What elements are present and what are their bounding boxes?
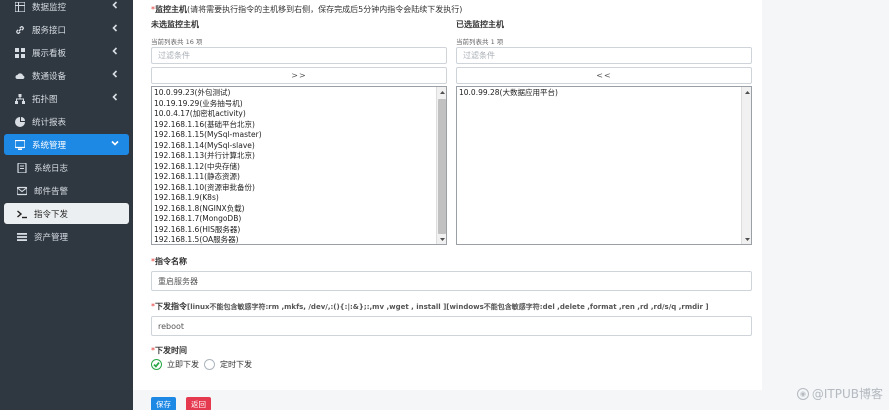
cloud-icon: [14, 70, 26, 82]
sidebar-item-network-devices[interactable]: 数通设备: [4, 65, 129, 86]
dashboard-icon: [14, 47, 26, 59]
host-option[interactable]: 10.19.19.29(业务抽号机): [154, 99, 434, 110]
watermark: ◉ @ITPUB博客: [796, 385, 883, 402]
command-name-input[interactable]: 重启服务器: [151, 271, 752, 291]
host-option[interactable]: 192.168.1.5(OA服务器): [154, 235, 434, 244]
chevron-left-icon: [111, 47, 121, 57]
selected-hosts-title: 已选监控主机: [456, 20, 504, 29]
sidebar-item-label: 拓扑图: [32, 94, 58, 105]
topology-icon: [14, 93, 26, 105]
sidebar-item-label: 展示看板: [32, 48, 67, 59]
move-right-button[interactable]: >>: [151, 67, 447, 84]
sidebar-item-service-api[interactable]: 服务接口: [4, 19, 129, 40]
host-option[interactable]: 192.168.1.11(静态资源): [154, 172, 434, 183]
host-option[interactable]: 10.0.4.17(加密机activity): [154, 109, 434, 120]
sidebar-item-label: 数通设备: [32, 71, 67, 82]
scroll-up-icon[interactable]: [437, 87, 446, 97]
scroll-thumb[interactable]: [438, 99, 446, 234]
link-icon: [14, 24, 26, 36]
grid-icon: [14, 1, 26, 13]
back-button[interactable]: 返回: [186, 397, 211, 410]
page-gutter: [762, 0, 889, 410]
host-option[interactable]: 192.168.1.10(资源审批备份): [154, 183, 434, 194]
sidebar-item-label: 服务接口: [32, 25, 67, 36]
monitor-icon: [14, 139, 26, 151]
command-heading: *下发指令[linux不能包含敏感字符:rm ,mkfs, /dev/,:(){…: [151, 302, 709, 311]
send-time-heading: *下发时间: [151, 346, 187, 355]
chart-icon: [14, 116, 26, 128]
unselected-hosts-title: 未选监控主机: [151, 20, 199, 29]
sidebar-item-mail-alert[interactable]: 邮件告警: [4, 180, 129, 201]
unselected-hosts-list[interactable]: 10.0.99.23(外包测试) 10.19.19.29(业务抽号机) 10.0.4…: [151, 86, 447, 245]
host-option[interactable]: 192.168.1.9(K8s): [154, 193, 434, 204]
host-option[interactable]: 192.168.1.12(中央存储): [154, 162, 434, 173]
command-name-heading: *指令名称: [151, 257, 187, 266]
mail-icon: [16, 185, 28, 197]
sidebar-item-topology[interactable]: 拓扑图: [4, 88, 129, 109]
sidebar-item-dashboard[interactable]: 展示看板: [4, 42, 129, 63]
log-icon: [16, 162, 28, 174]
chevron-left-icon: [111, 93, 121, 103]
scroll-down-icon[interactable]: [437, 234, 446, 244]
sidebar-item-label: 统计报表: [32, 117, 67, 128]
host-option[interactable]: 192.168.1.8(NGINX负载): [154, 204, 434, 215]
list-icon: [16, 231, 28, 243]
terminal-icon: [16, 208, 28, 220]
sidebar-item-system-management[interactable]: 系统管理: [4, 134, 129, 155]
move-left-button[interactable]: <<: [456, 67, 752, 84]
unselected-options: 10.0.99.23(外包测试) 10.19.19.29(业务抽号机) 10.0.4…: [154, 88, 434, 244]
chevron-left-icon: [111, 24, 121, 34]
check-icon: [151, 359, 162, 370]
host-option[interactable]: 192.168.1.16(基础平台北京): [154, 120, 434, 131]
footer-strip: [133, 390, 889, 410]
sidebar-item-label: 指令下发: [34, 209, 69, 220]
selected-options: 10.0.99.28(大数据应用平台): [459, 88, 739, 99]
sidebar-item-asset-management[interactable]: 资产管理: [4, 226, 129, 247]
watermark-logo-icon: ◉: [796, 387, 809, 400]
radio-send-scheduled[interactable]: 定时下发: [204, 359, 252, 370]
host-option[interactable]: 192.168.1.6(HIS服务器): [154, 225, 434, 236]
monitor-host-heading: *监控主机(请将需要执行指令的主机移到右侧，保存完成后5分钟内指令会陆续下发执行…: [151, 5, 463, 14]
sidebar-item-label: 系统管理: [32, 140, 67, 151]
unselected-scrollbar[interactable]: [436, 87, 446, 244]
scroll-up-icon[interactable]: [742, 87, 751, 97]
host-option[interactable]: 192.168.1.15(MySql-master): [154, 130, 434, 141]
sidebar: 数据监控 服务接口 展示看板 数通设备 拓扑图 统计报表 系统管理 系统日志 邮…: [0, 0, 133, 410]
sidebar-item-label: 系统日志: [34, 163, 69, 174]
chevron-left-icon: [111, 1, 121, 11]
unselected-count: 当前列表共 16 项: [151, 38, 203, 46]
chevron-down-icon: [111, 139, 121, 149]
sidebar-item-label: 邮件告警: [34, 186, 69, 197]
save-button[interactable]: 保存: [151, 397, 176, 410]
unselected-filter-input[interactable]: 过滤条件: [151, 47, 447, 64]
selected-filter-input[interactable]: 过滤条件: [456, 47, 752, 64]
host-option[interactable]: 10.0.99.28(大数据应用平台): [459, 88, 739, 99]
sidebar-item-command-dispatch[interactable]: 指令下发: [4, 203, 129, 224]
sidebar-item-label: 资产管理: [34, 232, 69, 243]
host-option[interactable]: 192.168.1.7(MongoDB): [154, 214, 434, 225]
sidebar-item-system-log[interactable]: 系统日志: [4, 157, 129, 178]
host-option[interactable]: 192.168.1.13(并行计算北京): [154, 151, 434, 162]
radio-send-now[interactable]: 立即下发: [151, 359, 199, 370]
selected-scrollbar[interactable]: [741, 87, 751, 244]
host-option[interactable]: 10.0.99.23(外包测试): [154, 88, 434, 99]
selected-hosts-list[interactable]: 10.0.99.28(大数据应用平台): [456, 86, 752, 245]
sidebar-item-data-monitor[interactable]: 数据监控: [4, 0, 129, 17]
selected-count: 当前列表共 1 项: [456, 38, 504, 46]
sidebar-item-reports[interactable]: 统计报表: [4, 111, 129, 132]
command-input[interactable]: reboot: [151, 316, 752, 336]
scroll-down-icon[interactable]: [742, 234, 751, 244]
sidebar-item-label: 数据监控: [32, 2, 67, 13]
host-option[interactable]: 192.168.1.14(MySql-slave): [154, 141, 434, 152]
chevron-left-icon: [111, 70, 121, 80]
